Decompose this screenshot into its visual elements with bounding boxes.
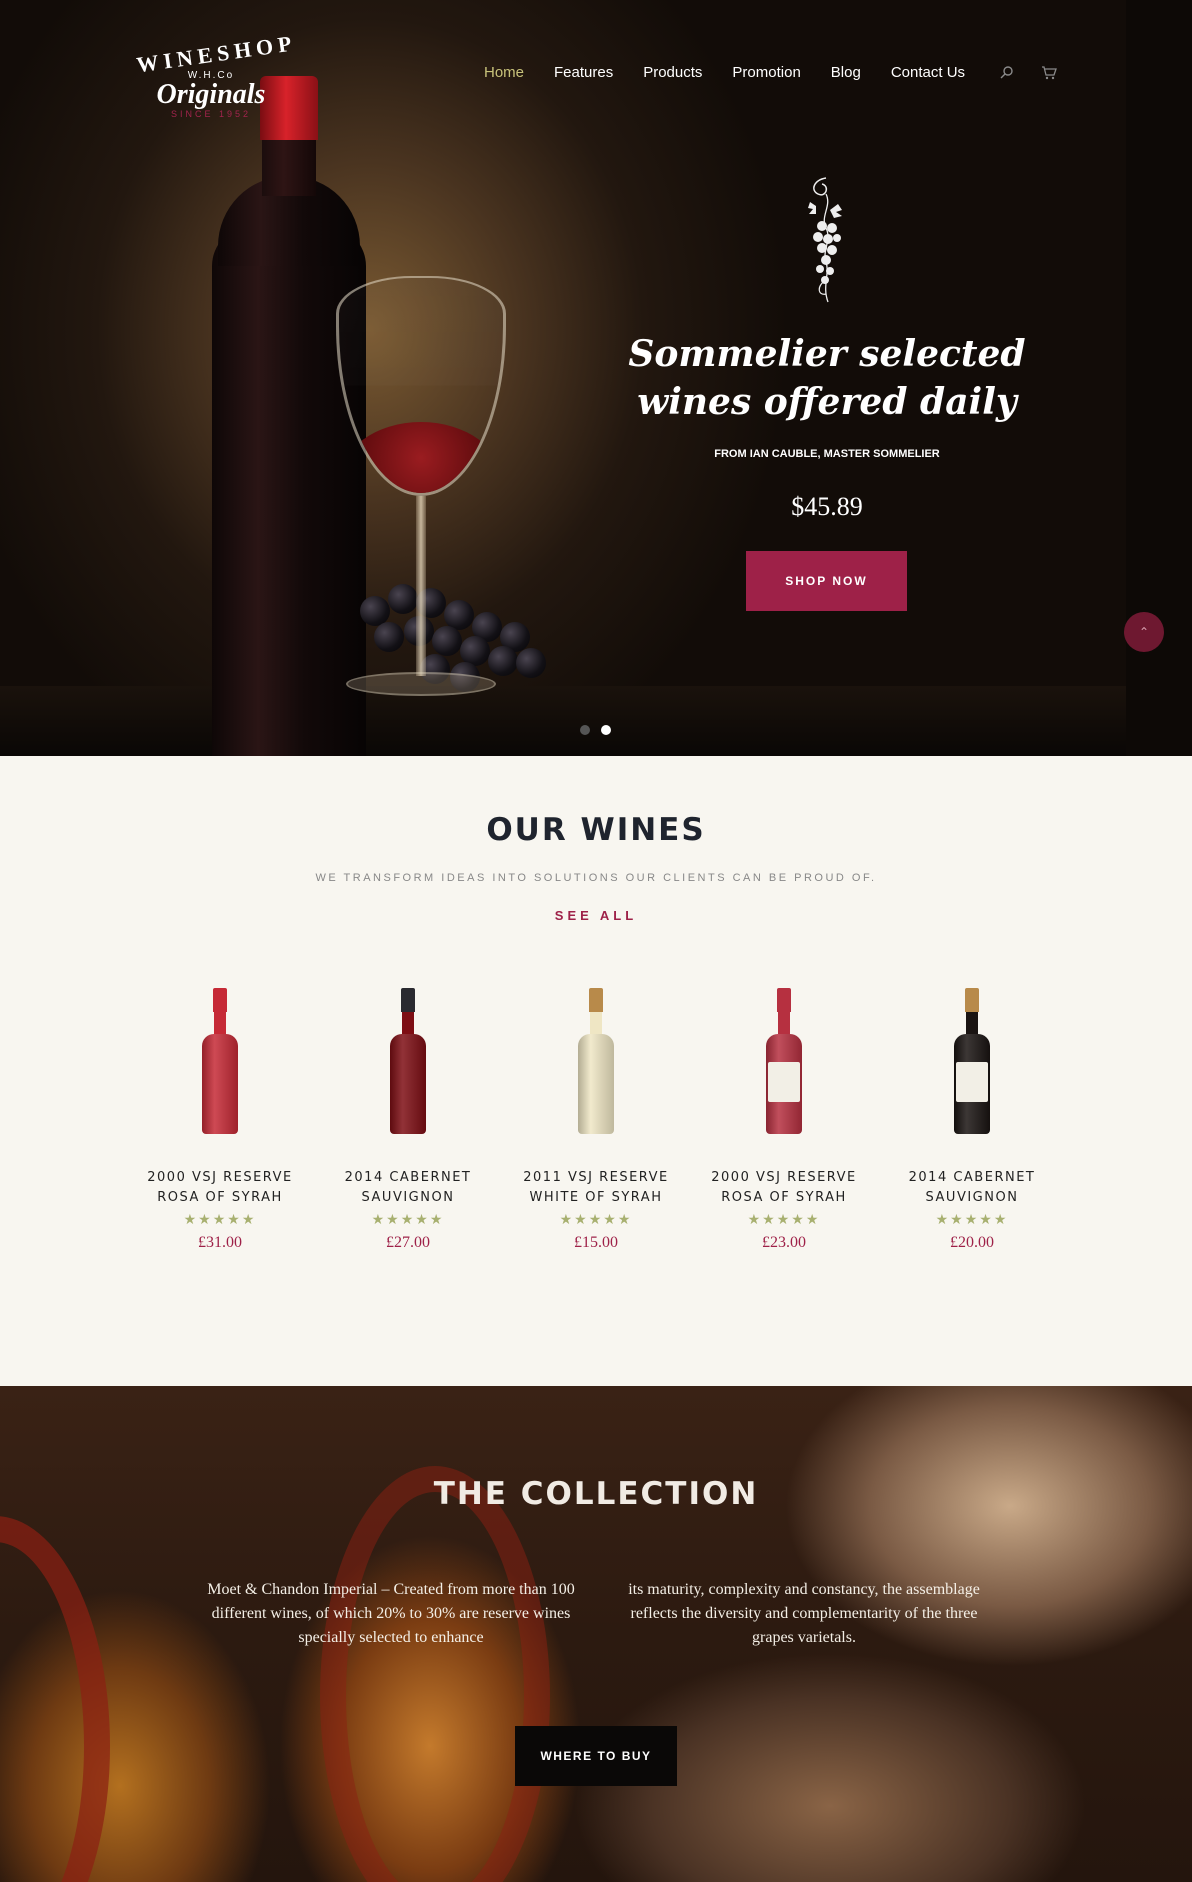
nav-blog[interactable]: Blog	[831, 64, 861, 81]
hero-wine-glass-image	[336, 276, 506, 736]
product-bottle-image[interactable]	[952, 988, 992, 1148]
product-name[interactable]: 2000 VSJ RESERVE ROSA OF SYRAH	[136, 1168, 304, 1208]
product-name-line1: 2011 VSJ RESERVE	[523, 1170, 669, 1185]
logo-since: SINCE 1952	[170, 109, 252, 119]
see-all-link[interactable]: SEE ALL	[0, 908, 1192, 923]
star-rating: ★★★★★	[935, 1212, 1009, 1228]
star-rating: ★★★★★	[371, 1212, 445, 1228]
product-price: £27.00	[386, 1234, 430, 1251]
collection-text-left: Moet & Chandon Imperial – Created from m…	[207, 1581, 575, 1646]
product-name-line2: SAUVIGNON	[361, 1190, 455, 1205]
nav-contact-us[interactable]: Contact Us	[891, 64, 965, 81]
slider-dot-1[interactable]	[580, 725, 590, 735]
search-icon[interactable]	[999, 65, 1015, 81]
product-bottle-image[interactable]	[576, 988, 616, 1148]
product-bottle-image[interactable]	[200, 988, 240, 1148]
where-to-buy-button[interactable]: WHERE TO BUY	[515, 1726, 677, 1786]
collection-section: THE COLLECTION Moet & Chandon Imperial –…	[0, 1386, 1192, 1882]
product-card[interactable]: 2011 VSJ RESERVE WHITE OF SYRAH ★★★★★ £15.0…	[512, 988, 680, 1252]
product-price: £20.00	[950, 1234, 994, 1251]
barrel-image-center	[320, 1466, 550, 1882]
cart-icon[interactable]	[1041, 65, 1057, 81]
product-price: £23.00	[762, 1234, 806, 1251]
nav-features[interactable]: Features	[554, 64, 613, 81]
section-title-collection: THE COLLECTION	[433, 1476, 759, 1512]
product-name-line2: SAUVIGNON	[925, 1190, 1019, 1205]
grapevine-icon	[796, 176, 856, 306]
section-title-our-wines: OUR WINES	[486, 812, 706, 848]
product-bottle-image[interactable]	[764, 988, 804, 1148]
product-price: £15.00	[574, 1234, 618, 1251]
product-name[interactable]: 2011 VSJ RESERVE WHITE OF SYRAH	[512, 1168, 680, 1208]
section-subtitle-our-wines: WE TRANSFORM IDEAS INTO SOLUTIONS OUR CL…	[315, 872, 877, 884]
barrel-image-left	[0, 1516, 110, 1882]
product-name-line1: 2000 VSJ RESERVE	[711, 1170, 857, 1185]
product-name[interactable]: 2014 CABERNET SAUVIGNON	[324, 1168, 492, 1208]
collection-text-right: its maturity, complexity and constancy, …	[628, 1581, 980, 1646]
hero-slider: WINESHOP W.H.Co Originals SINCE 1952 Hom…	[0, 0, 1192, 756]
product-name[interactable]: 2000 VSJ RESERVE ROSA OF SYRAH	[700, 1168, 868, 1208]
nav-home[interactable]: Home	[484, 64, 524, 81]
product-bottle-image[interactable]	[388, 988, 428, 1148]
hero-price: $45.89	[791, 492, 863, 521]
shop-now-button[interactable]: SHOP NOW	[746, 551, 907, 611]
site-logo[interactable]: WINESHOP W.H.Co Originals SINCE 1952	[135, 30, 298, 126]
slider-dot-2[interactable]	[601, 725, 611, 735]
product-card[interactable]: 2014 CABERNET SAUVIGNON ★★★★★ £27.00	[324, 988, 492, 1252]
product-name-line1: 2014 CABERNET	[908, 1170, 1036, 1185]
product-card[interactable]: 2000 VSJ RESERVE ROSA OF SYRAH ★★★★★ £31.00	[136, 988, 304, 1252]
product-name-line1: 2000 VSJ RESERVE	[147, 1170, 293, 1185]
product-name-line2: ROSA OF SYRAH	[157, 1190, 283, 1205]
product-price: £31.00	[198, 1234, 242, 1251]
logo-originals: Originals	[156, 79, 266, 110]
product-name-line1: 2014 CABERNET	[344, 1170, 472, 1185]
nav-products[interactable]: Products	[643, 64, 702, 81]
star-rating: ★★★★★	[183, 1212, 257, 1228]
hero-subtitle: FROM IAN CAUBLE, MASTER SOMMELIER	[714, 448, 940, 460]
star-rating: ★★★★★	[559, 1212, 633, 1228]
product-card[interactable]: 2014 CABERNET SAUVIGNON ★★★★★ £20.00	[888, 988, 1056, 1252]
hero-title: Sommelier selected wines offered daily	[628, 333, 1026, 423]
star-rating: ★★★★★	[747, 1212, 821, 1228]
main-nav: Home Features Products Promotion Blog Co…	[484, 64, 1079, 81]
product-card[interactable]: 2000 VSJ RESERVE ROSA OF SYRAH ★★★★★ £23.00	[700, 988, 868, 1252]
hero-floor	[0, 686, 1126, 756]
product-name-line2: ROSA OF SYRAH	[721, 1190, 847, 1205]
product-name[interactable]: 2014 CABERNET SAUVIGNON	[888, 1168, 1056, 1208]
chevron-up-icon: ⌃	[1138, 625, 1150, 639]
product-name-line2: WHITE OF SYRAH	[529, 1190, 663, 1205]
scroll-to-top-button[interactable]: ⌃	[1124, 612, 1164, 652]
nav-promotion[interactable]: Promotion	[732, 64, 800, 81]
